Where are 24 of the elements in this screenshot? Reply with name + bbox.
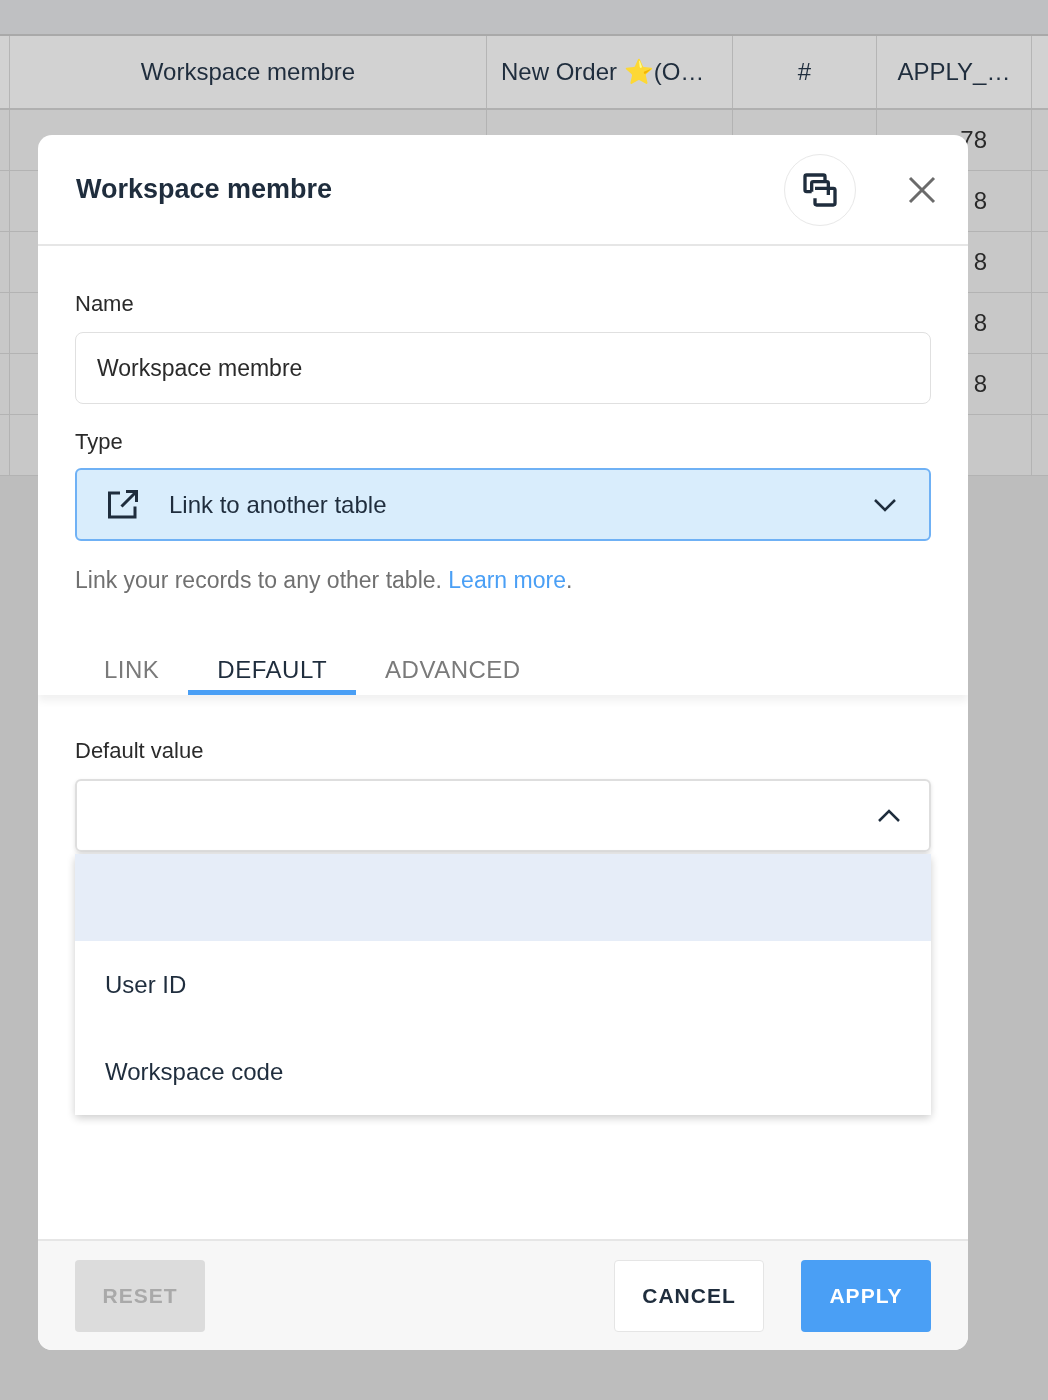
table-cell-text: 8 <box>973 247 987 277</box>
column-header[interactable]: # <box>733 36 877 108</box>
chevron-down-icon <box>873 497 897 512</box>
tab[interactable]: DEFAULT <box>188 649 357 695</box>
chevron-up-icon <box>877 808 901 823</box>
cancel-button[interactable]: CANCEL <box>614 1259 764 1332</box>
table-cell-text: 8 <box>973 186 987 216</box>
field-label: Name <box>75 290 135 318</box>
column-header[interactable]: APPLY_… <box>877 36 1032 108</box>
table-cell-text: 8 <box>973 369 987 399</box>
dialog-title: Workspace membre <box>76 173 334 207</box>
dropdown-option[interactable]: User ID <box>75 941 931 1028</box>
field-label: Type <box>75 428 124 456</box>
field-label: Default value <box>75 737 205 765</box>
dropdown-option[interactable]: Workspace code <box>75 1028 931 1115</box>
column-header[interactable]: New Order ⭐(O… <box>487 36 733 108</box>
tab[interactable]: LINK <box>75 649 189 695</box>
name-field[interactable]: Workspace membre <box>75 332 931 404</box>
close-icon <box>908 175 936 204</box>
help-text: Link your records to any other table. Learn more. <box>75 566 574 595</box>
table-cell-text: 8 <box>973 308 987 338</box>
type-select[interactable]: Link to another table <box>75 468 931 541</box>
column-header[interactable]: Workspace membre <box>10 36 487 108</box>
tab[interactable]: ADVANCED <box>356 649 550 695</box>
